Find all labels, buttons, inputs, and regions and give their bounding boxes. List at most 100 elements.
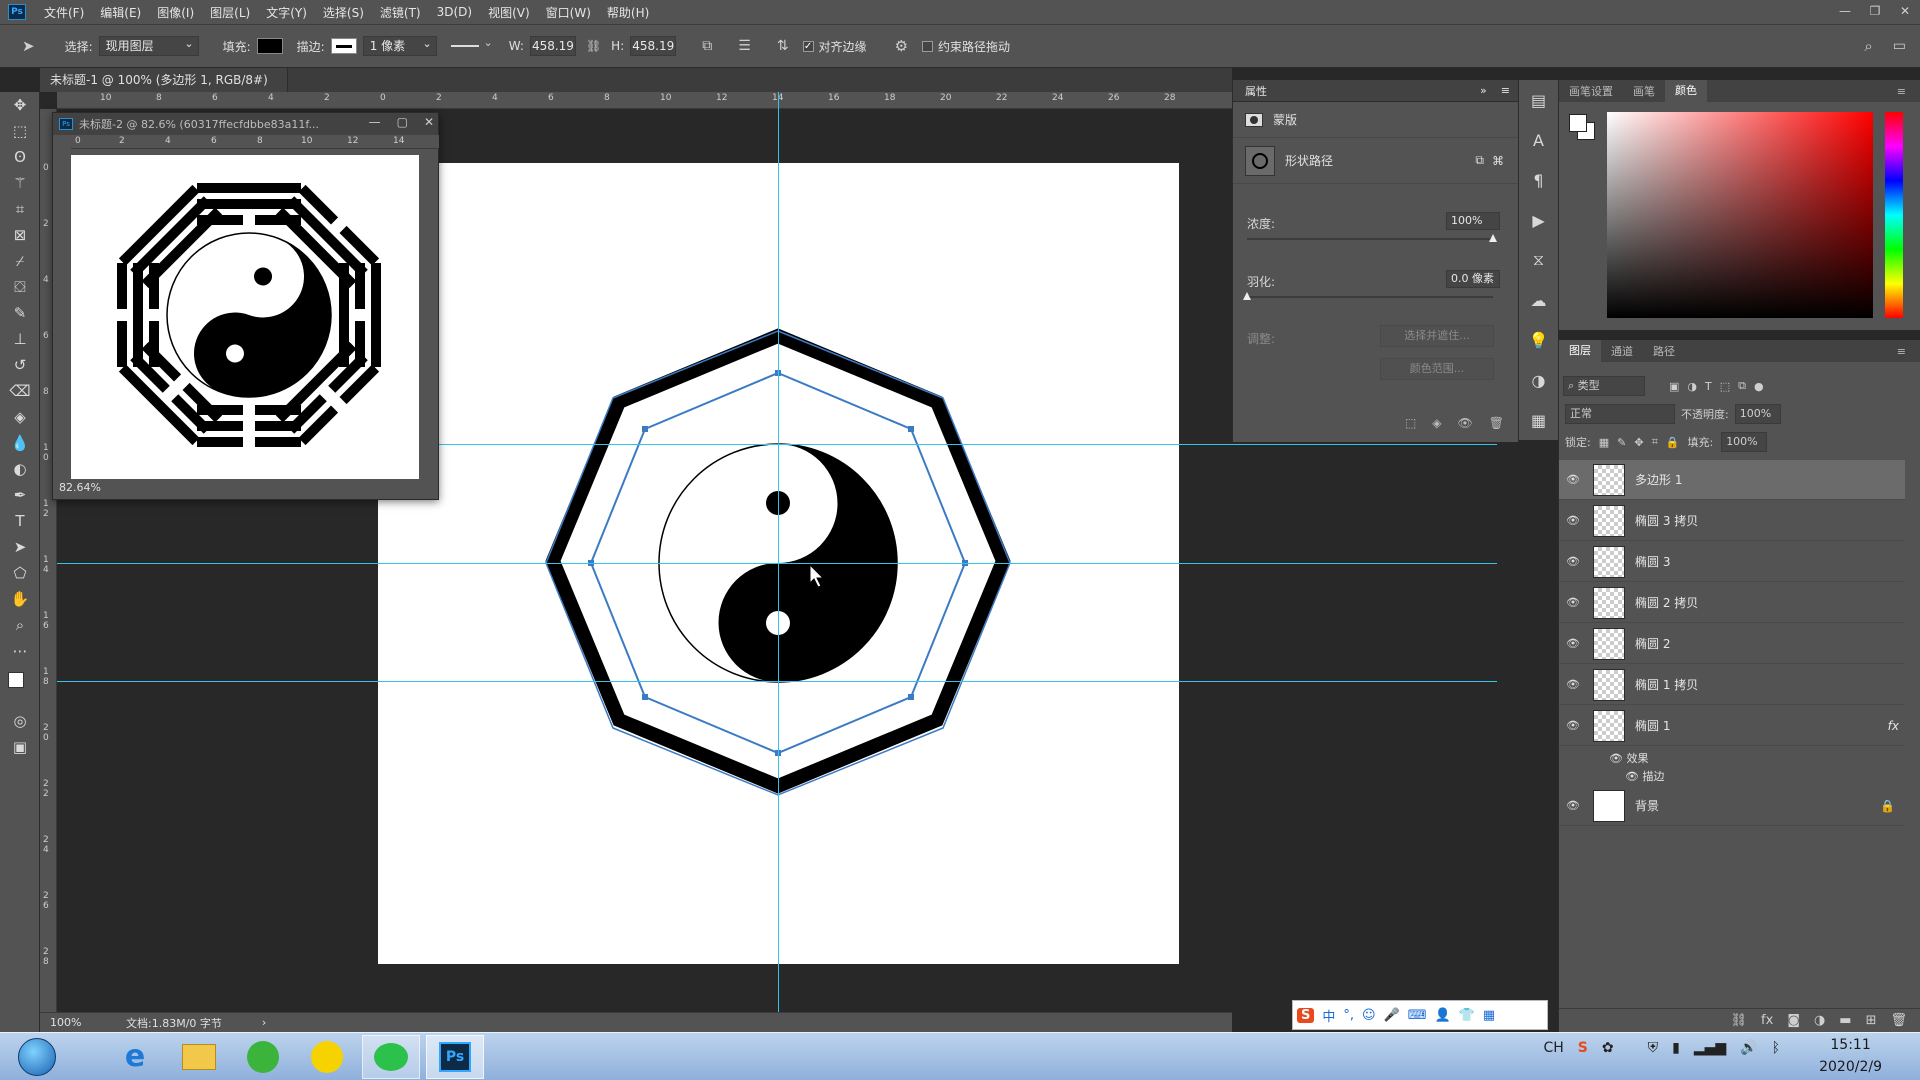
- menu-layer[interactable]: 图层(L): [202, 4, 258, 21]
- select-mask-icon[interactable]: ⌘: [1492, 154, 1504, 168]
- toolbox-icon[interactable]: ▦: [1483, 1008, 1495, 1023]
- menu-help[interactable]: 帮助(H): [599, 4, 657, 21]
- visibility-eye-icon[interactable]: 👁: [1559, 555, 1587, 568]
- path-operations-icon[interactable]: ⧉: [702, 38, 712, 54]
- lock-artboard-icon[interactable]: ⌗: [1652, 435, 1658, 449]
- feather-slider[interactable]: [1243, 292, 1493, 300]
- link-layers-icon[interactable]: ⛓: [1731, 1013, 1748, 1028]
- document-info[interactable]: 文档:1.83M/0 字节: [126, 1015, 222, 1031]
- menu-window[interactable]: 窗口(W): [538, 4, 599, 21]
- layer-name[interactable]: 多边形 1: [1635, 471, 1682, 488]
- document-tab[interactable]: 未标题-1 @ 100% (多边形 1, RGB/8#) *✕: [40, 68, 288, 111]
- skin-icon[interactable]: 👕: [1459, 1008, 1475, 1023]
- stamp-tool-icon[interactable]: ⊥: [0, 326, 40, 352]
- apply-mask-icon[interactable]: ◈: [1432, 416, 1441, 430]
- taskbar-clock[interactable]: 15:11 2020/2/9: [1819, 1034, 1882, 1078]
- blur-tool-icon[interactable]: 💧: [0, 430, 40, 456]
- tab-paths[interactable]: 路径: [1643, 343, 1685, 359]
- minimize-button[interactable]: —: [1830, 0, 1860, 24]
- color-swatches[interactable]: [0, 664, 40, 708]
- lock-transparent-icon[interactable]: ▦: [1599, 436, 1609, 449]
- load-selection-icon[interactable]: ⬚: [1405, 416, 1416, 430]
- smart-object-filter-icon[interactable]: ⧉: [1738, 379, 1746, 393]
- path-selection-tool-icon[interactable]: ➤: [0, 534, 40, 560]
- frame-tool-icon[interactable]: ⊠: [0, 222, 40, 248]
- lock-image-icon[interactable]: ✎: [1617, 436, 1626, 449]
- zoom-tool-icon[interactable]: ⌕: [0, 612, 40, 638]
- history-brush-tool-icon[interactable]: ↺: [0, 352, 40, 378]
- color-field[interactable]: [1607, 112, 1873, 318]
- volume-icon[interactable]: 🔊: [1740, 1040, 1757, 1056]
- layer-row[interactable]: 👁 椭圆 1 fx: [1559, 706, 1905, 746]
- add-mask-icon[interactable]: ◙: [1787, 1013, 1800, 1028]
- panel-menu-icon[interactable]: ≡: [1887, 345, 1916, 358]
- close-icon[interactable]: ✕: [424, 115, 434, 129]
- app-tray-icon[interactable]: ✿: [1602, 1040, 1614, 1056]
- path-arrangement-icon[interactable]: ⇅: [777, 38, 789, 54]
- layer-row[interactable]: 👁 椭圆 2 拷贝: [1559, 583, 1905, 623]
- select-and-mask-button[interactable]: 选择并遮住...: [1380, 325, 1494, 347]
- visibility-eye-icon[interactable]: 👁: [1559, 678, 1587, 691]
- shape-tool-icon[interactable]: ⬠: [0, 560, 40, 586]
- browser-360-icon[interactable]: [234, 1035, 292, 1079]
- visibility-eye-icon[interactable]: 👁: [1559, 473, 1587, 486]
- dodge-tool-icon[interactable]: ◐: [0, 456, 40, 482]
- fg-bg-swatches[interactable]: [1569, 114, 1595, 140]
- menu-type[interactable]: 文字(Y): [258, 4, 315, 21]
- close-button[interactable]: ✕: [1890, 0, 1920, 24]
- stroke-swatch[interactable]: [330, 38, 357, 54]
- floating-window-titlebar[interactable]: Ps 未标题-2 @ 82.6% (60317ffecfdbbe83a11f..…: [53, 113, 438, 135]
- lock-all-icon[interactable]: 🔒: [1666, 436, 1680, 449]
- tab-brush-settings[interactable]: 画笔设置: [1559, 83, 1623, 99]
- sogou-logo-icon[interactable]: S: [1297, 1007, 1315, 1023]
- blend-mode-dropdown[interactable]: 正常: [1565, 404, 1675, 424]
- new-group-icon[interactable]: ▬: [1839, 1013, 1851, 1028]
- bluetooth-icon[interactable]: ᛒ: [1772, 1040, 1780, 1056]
- ie-browser-icon[interactable]: e: [106, 1035, 164, 1079]
- constrain-path-checkbox[interactable]: 约束路径拖动: [922, 38, 1010, 55]
- slider-handle[interactable]: [1243, 292, 1251, 300]
- pixel-filter-icon[interactable]: ▣: [1669, 380, 1679, 393]
- fill-input[interactable]: 100%: [1721, 432, 1768, 452]
- menu-view[interactable]: 视图(V): [480, 4, 538, 21]
- learn-icon[interactable]: ▤: [1519, 80, 1558, 120]
- ime-mode-toggle[interactable]: 中: [1322, 1006, 1335, 1025]
- feather-input[interactable]: 0.0 像素: [1446, 270, 1500, 288]
- panel-menu-icon[interactable]: ≡: [1501, 84, 1510, 97]
- crop-tool-icon[interactable]: ⌗: [0, 196, 40, 222]
- lightbulb-icon[interactable]: 💡: [1519, 320, 1558, 360]
- layer-name[interactable]: 椭圆 1 拷贝: [1635, 676, 1698, 693]
- stroke-effect-row[interactable]: 👁 描边: [1625, 768, 1664, 784]
- floating-window-zoom[interactable]: 82.64%: [59, 481, 101, 494]
- density-input[interactable]: 100%: [1446, 212, 1500, 230]
- eraser-tool-icon[interactable]: ⌫: [0, 378, 40, 404]
- marquee-tool-icon[interactable]: ⬚: [0, 118, 40, 144]
- foreground-swatch[interactable]: [1569, 114, 1587, 132]
- move-tool-icon[interactable]: ✥: [0, 92, 40, 118]
- visibility-eye-icon[interactable]: 👁: [1559, 514, 1587, 527]
- history-icon[interactable]: ⧖: [1519, 240, 1558, 280]
- workspace-icon[interactable]: ▭: [1893, 38, 1906, 54]
- lock-position-icon[interactable]: ✥: [1634, 436, 1643, 449]
- color-range-button[interactable]: 颜色范围...: [1380, 358, 1494, 380]
- guide-horizontal[interactable]: [57, 563, 1497, 564]
- chevron-right-icon[interactable]: ›: [262, 1016, 266, 1029]
- hand-tool-icon[interactable]: ✋: [0, 586, 40, 612]
- stroke-width-dropdown[interactable]: 1 像素: [362, 35, 437, 56]
- visibility-eye-icon[interactable]: 👁: [1559, 637, 1587, 650]
- character-icon[interactable]: A: [1519, 120, 1558, 160]
- gear-icon[interactable]: ⚙: [895, 37, 908, 55]
- adjustment-layer-icon[interactable]: ◑: [1814, 1013, 1825, 1028]
- layer-row[interactable]: 👁 椭圆 3 拷贝: [1559, 501, 1905, 541]
- add-mask-icon[interactable]: ⧉: [1475, 153, 1484, 168]
- panel-menu-icon[interactable]: ≡: [1887, 85, 1916, 98]
- punctuation-icon[interactable]: °,: [1343, 1008, 1354, 1023]
- network-icon[interactable]: ▂▄▆: [1694, 1040, 1726, 1056]
- microphone-icon[interactable]: 🎤: [1384, 1008, 1400, 1023]
- floating-document-window[interactable]: Ps 未标题-2 @ 82.6% (60317ffecfdbbe83a11f..…: [52, 112, 439, 500]
- bucket-tool-icon[interactable]: ◈: [0, 404, 40, 430]
- adjustments-icon[interactable]: ◑: [1519, 360, 1558, 400]
- lasso-tool-icon[interactable]: ʘ: [0, 144, 40, 170]
- layer-row[interactable]: 👁 椭圆 3: [1559, 542, 1905, 582]
- security-tray-icon[interactable]: ⛨: [1648, 1040, 1659, 1056]
